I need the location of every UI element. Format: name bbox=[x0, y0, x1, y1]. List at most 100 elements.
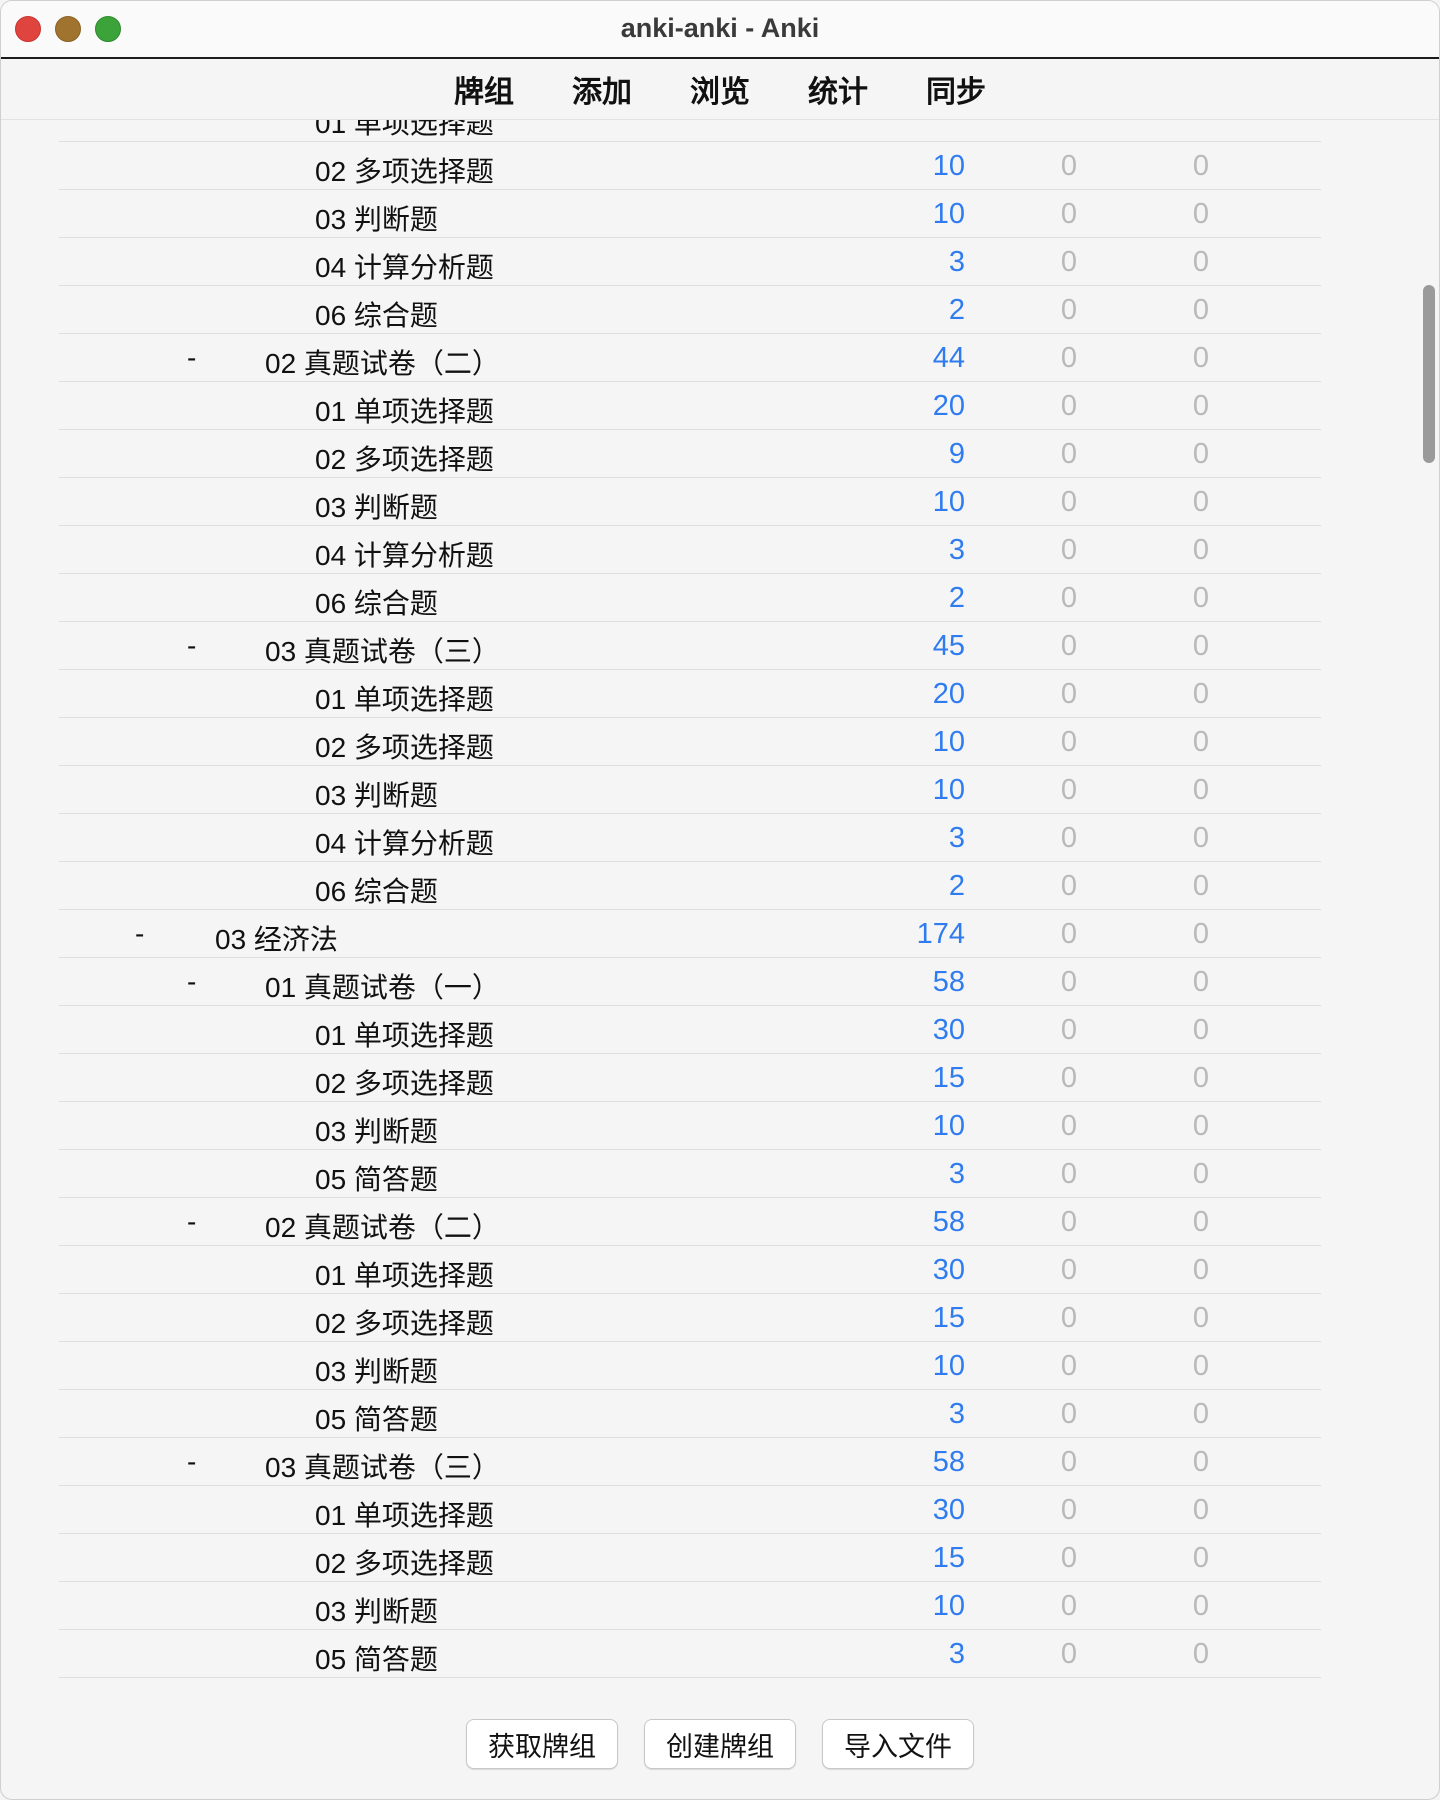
deck-name[interactable]: 01 单项选择题 bbox=[315, 678, 494, 718]
collapse-toggle[interactable]: - bbox=[187, 630, 196, 662]
learn-count: 0 bbox=[1060, 678, 1077, 710]
learn-count: 0 bbox=[1060, 1494, 1077, 1526]
deck-name[interactable]: 03 真题试卷（三） bbox=[265, 630, 500, 670]
deck-row[interactable]: 01 单项选择题 20 0 0 bbox=[59, 382, 1321, 430]
deck-name[interactable]: 02 多项选择题 bbox=[315, 1542, 494, 1582]
deck-row[interactable]: 04 计算分析题 3 0 0 bbox=[59, 526, 1321, 574]
learn-count: 0 bbox=[1060, 486, 1077, 518]
toolbar-add[interactable]: 添加 bbox=[572, 67, 632, 111]
deck-row[interactable]: 06 综合题 2 0 0 bbox=[59, 862, 1321, 910]
deck-row[interactable]: 01 单项选择题 30 0 0 bbox=[59, 1006, 1321, 1054]
deck-row[interactable]: 02 多项选择题 9 0 0 bbox=[59, 430, 1321, 478]
deck-name[interactable]: 04 计算分析题 bbox=[315, 822, 494, 862]
deck-name[interactable]: 01 单项选择题 bbox=[315, 1014, 494, 1054]
deck-row[interactable]: 03 判断题 10 0 0 bbox=[59, 1102, 1321, 1150]
deck-row[interactable]: 02 多项选择题 15 0 0 bbox=[59, 1294, 1321, 1342]
deck-name[interactable]: 03 判断题 bbox=[315, 1110, 438, 1150]
deck-row[interactable]: - 03 真题试卷（三） 58 0 0 bbox=[59, 1438, 1321, 1486]
deck-name[interactable]: 01 单项选择题 bbox=[315, 390, 494, 430]
due-count: 0 bbox=[1192, 774, 1209, 806]
learn-count: 0 bbox=[1060, 1590, 1077, 1622]
learn-count: 0 bbox=[1060, 294, 1077, 326]
deck-row[interactable]: - 02 真题试卷（二） 44 0 0 bbox=[59, 334, 1321, 382]
create-deck-button[interactable]: 创建牌组 bbox=[644, 1719, 796, 1769]
deck-row[interactable]: 01 单项选择题 30 0 0 bbox=[59, 1486, 1321, 1534]
deck-name[interactable]: 03 判断题 bbox=[315, 1350, 438, 1390]
deck-row[interactable]: 05 简答题 3 0 0 bbox=[59, 1630, 1321, 1678]
deck-row[interactable]: 04 计算分析题 3 0 0 bbox=[59, 814, 1321, 862]
deck-name[interactable]: 06 综合题 bbox=[315, 870, 438, 910]
deck-name[interactable]: 02 真题试卷（二） bbox=[265, 1206, 500, 1246]
deck-name[interactable]: 01 单项选择题 bbox=[315, 119, 494, 142]
get-shared-decks-button[interactable]: 获取牌组 bbox=[466, 1719, 618, 1769]
deck-name[interactable]: 01 单项选择题 bbox=[315, 1254, 494, 1294]
main-toolbar: 牌组 添加 浏览 统计 同步 bbox=[1, 59, 1439, 120]
deck-list: 01 单项选择题 02 多项选择题 10 0 0 03 判断题 10 0 0 04 计算分析题 3 0… bbox=[1, 119, 1421, 1709]
deck-row[interactable]: 02 多项选择题 10 0 0 bbox=[59, 718, 1321, 766]
deck-row[interactable]: 02 多项选择题 15 0 0 bbox=[59, 1534, 1321, 1582]
due-count: 0 bbox=[1192, 198, 1209, 230]
deck-row[interactable]: 04 计算分析题 3 0 0 bbox=[59, 238, 1321, 286]
vertical-scrollbar[interactable] bbox=[1423, 285, 1435, 463]
deck-row[interactable]: 03 判断题 10 0 0 bbox=[59, 1582, 1321, 1630]
due-count: 0 bbox=[1192, 1590, 1209, 1622]
deck-row[interactable]: - 03 真题试卷（三） 45 0 0 bbox=[59, 622, 1321, 670]
deck-name[interactable]: 04 计算分析题 bbox=[315, 246, 494, 286]
deck-name[interactable]: 02 多项选择题 bbox=[315, 438, 494, 478]
toolbar-decks[interactable]: 牌组 bbox=[454, 67, 514, 111]
deck-row[interactable]: - 01 真题试卷（一） 58 0 0 bbox=[59, 958, 1321, 1006]
deck-name[interactable]: 02 多项选择题 bbox=[315, 1302, 494, 1342]
deck-name[interactable]: 03 判断题 bbox=[315, 486, 438, 526]
deck-row[interactable]: 02 多项选择题 10 0 0 bbox=[59, 142, 1321, 190]
deck-row[interactable]: 03 判断题 10 0 0 bbox=[59, 1342, 1321, 1390]
deck-row[interactable]: 01 单项选择题 30 0 0 bbox=[59, 1246, 1321, 1294]
due-count: 0 bbox=[1192, 1206, 1209, 1238]
due-count: 0 bbox=[1192, 438, 1209, 470]
deck-name[interactable]: 02 多项选择题 bbox=[315, 1062, 494, 1102]
deck-name[interactable]: 01 单项选择题 bbox=[315, 1494, 494, 1534]
deck-row[interactable]: - 02 真题试卷（二） 58 0 0 bbox=[59, 1198, 1321, 1246]
deck-row[interactable]: 02 多项选择题 15 0 0 bbox=[59, 1054, 1321, 1102]
deck-row[interactable]: 05 简答题 3 0 0 bbox=[59, 1390, 1321, 1438]
new-count: 10 bbox=[932, 198, 965, 230]
collapse-toggle[interactable]: - bbox=[187, 342, 196, 374]
deck-row[interactable]: 06 综合题 2 0 0 bbox=[59, 286, 1321, 334]
import-file-button[interactable]: 导入文件 bbox=[822, 1719, 974, 1769]
deck-row[interactable]: 01 单项选择题 bbox=[59, 119, 1321, 142]
deck-row[interactable]: 05 简答题 3 0 0 bbox=[59, 1150, 1321, 1198]
deck-name[interactable]: 06 综合题 bbox=[315, 582, 438, 622]
due-count: 0 bbox=[1192, 870, 1209, 902]
collapse-toggle[interactable]: - bbox=[187, 1446, 196, 1478]
deck-name[interactable]: 03 真题试卷（三） bbox=[265, 1446, 500, 1486]
deck-row[interactable]: 03 判断题 10 0 0 bbox=[59, 766, 1321, 814]
deck-name[interactable]: 03 判断题 bbox=[315, 198, 438, 238]
deck-name[interactable]: 02 真题试卷（二） bbox=[265, 342, 500, 382]
deck-row[interactable]: 06 综合题 2 0 0 bbox=[59, 574, 1321, 622]
deck-name[interactable]: 01 真题试卷（一） bbox=[265, 966, 500, 1006]
deck-name[interactable]: 05 简答题 bbox=[315, 1158, 438, 1198]
toolbar-stats[interactable]: 统计 bbox=[808, 67, 868, 111]
collapse-toggle[interactable]: - bbox=[135, 918, 144, 950]
deck-name[interactable]: 03 经济法 bbox=[215, 918, 338, 958]
deck-name[interactable]: 03 判断题 bbox=[315, 774, 438, 814]
deck-name[interactable]: 05 简答题 bbox=[315, 1398, 438, 1438]
deck-name[interactable]: 06 综合题 bbox=[315, 294, 438, 334]
deck-row[interactable]: 01 单项选择题 20 0 0 bbox=[59, 670, 1321, 718]
deck-name[interactable]: 04 计算分析题 bbox=[315, 534, 494, 574]
learn-count: 0 bbox=[1060, 1446, 1077, 1478]
deck-name[interactable]: 02 多项选择题 bbox=[315, 726, 494, 766]
new-count: 10 bbox=[932, 726, 965, 758]
deck-name[interactable]: 02 多项选择题 bbox=[315, 150, 494, 190]
collapse-toggle[interactable]: - bbox=[187, 1206, 196, 1238]
deck-row[interactable]: 03 判断题 10 0 0 bbox=[59, 190, 1321, 238]
toolbar-sync[interactable]: 同步 bbox=[926, 67, 986, 111]
deck-name[interactable]: 05 简答题 bbox=[315, 1638, 438, 1678]
deck-name[interactable]: 03 判断题 bbox=[315, 1590, 438, 1630]
collapse-toggle[interactable]: - bbox=[187, 966, 196, 998]
toolbar-browse[interactable]: 浏览 bbox=[690, 67, 750, 111]
new-count: 58 bbox=[932, 1446, 965, 1478]
new-count: 30 bbox=[932, 1254, 965, 1286]
deck-row[interactable]: - 03 经济法 174 0 0 bbox=[59, 910, 1321, 958]
deck-row[interactable]: 03 判断题 10 0 0 bbox=[59, 478, 1321, 526]
new-count: 3 bbox=[948, 1638, 965, 1670]
